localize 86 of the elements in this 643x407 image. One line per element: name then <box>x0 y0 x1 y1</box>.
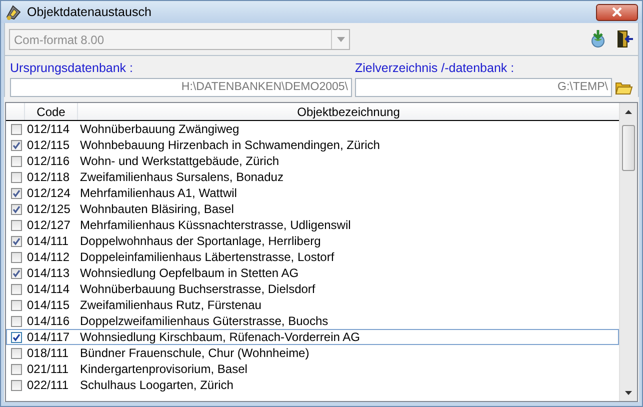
checkbox[interactable] <box>11 300 22 310</box>
table-row[interactable]: 012/125 Wohnbauten Bläsiring, Basel <box>6 201 619 217</box>
scroll-down-icon[interactable] <box>625 390 632 394</box>
table-row[interactable]: 012/115 Wohnbebauung Hirzenbach in Schwamendingen, Zürich <box>6 137 619 153</box>
table-cell-text: 014/111 <box>27 234 70 248</box>
checkbox[interactable] <box>11 140 22 150</box>
table-cell: Kindergartenprovisorium, Basel <box>80 362 248 376</box>
table-cell-text: 018/111 <box>27 346 70 360</box>
table-cell-text: 022/111 <box>27 378 70 392</box>
table-cell: Mehrfamilienhaus A1, Wattwil <box>80 186 237 200</box>
input-field[interactable]: H:\DATENBANKEN\DEMO2005\ <box>10 78 352 97</box>
table-row[interactable]: 014/117 Wohnsiedlung Kirschbaum, Rüfenach-Vorderrein AG <box>6 329 619 345</box>
window-title: Objektdatenaustausch <box>27 5 152 19</box>
table-cell: Zweifamilienhaus Rutz, Fürstenau <box>80 298 262 312</box>
table-cell: Zweifamilienhaus Sursalens, Bonaduz <box>80 170 284 184</box>
table-row[interactable]: 012/118 Zweifamilienhaus Sursalens, Bonaduz <box>6 169 619 185</box>
checkbox[interactable] <box>11 380 22 390</box>
table-row[interactable]: 014/112 Doppeleinfamilienhaus Läbertenstrasse, Lostorf <box>6 249 619 265</box>
table-cell-text: 012/125 <box>27 202 72 216</box>
table-cell-text: 012/127 <box>27 218 72 232</box>
scroll-thumb[interactable] <box>622 125 635 171</box>
table-cell: Wohnüberbauung Buchserstrasse, Dielsdorf <box>80 282 316 296</box>
table-row[interactable]: 014/115 Zweifamilienhaus Rutz, Fürstenau <box>6 297 619 313</box>
field-label: Ursprungsdatenbank : <box>10 61 134 75</box>
table-row[interactable]: 014/116 Doppelzweifamilienhaus Güterstrasse, Buochs <box>6 313 619 329</box>
close-icon <box>611 7 623 17</box>
checkbox[interactable] <box>11 156 22 166</box>
table-cell-text: 012/124 <box>27 186 72 200</box>
table-row[interactable]: 014/113 Wohnsiedlung Oepfelbaum in Stetten AG <box>6 265 619 281</box>
table-cell: Wohnsiedlung Oepfelbaum in Stetten AG <box>80 266 299 280</box>
table-cell-text: 014/116 <box>27 314 70 328</box>
table-cell: Doppelzweifamilienhaus Güterstrasse, Buochs <box>80 314 328 328</box>
table-row[interactable]: 014/114 Wohnüberbauung Buchserstrasse, Dielsdorf <box>6 281 619 297</box>
table-row[interactable]: 012/114 Wohnüberbauung Zwängiweg <box>6 121 619 137</box>
globe-arrow-icon[interactable] <box>590 30 606 48</box>
table-cell: Wohnbebauung Hirzenbach in Schwamendingen, Zürich <box>80 138 380 152</box>
table-cell-text: 012/114 <box>27 122 70 136</box>
field-label: Zielverzeichnis /-datenbank : <box>355 61 516 75</box>
checkbox[interactable] <box>11 204 22 214</box>
close-button[interactable] <box>596 4 638 20</box>
exit-door-icon[interactable] <box>616 30 634 48</box>
input-field[interactable]: G:\TEMP\ <box>355 78 612 97</box>
checkbox[interactable] <box>11 332 22 342</box>
column-header[interactable]: Objektbezeichnung <box>78 103 619 120</box>
checkbox[interactable] <box>11 252 22 262</box>
scrollbar[interactable] <box>619 103 637 401</box>
table-cell: Wohnüberbauung Zwängiweg <box>80 122 240 136</box>
table-cell-text: 014/117 <box>27 330 70 344</box>
table-row[interactable]: 014/111 Doppelwohnhaus der Sportanlage, Herrliberg <box>6 233 619 249</box>
table-cell: Mehrfamilienhaus Küssnachterstrasse, Udligenswil <box>80 218 351 232</box>
checkbox[interactable] <box>11 124 22 134</box>
table-cell: Doppelwohnhaus der Sportanlage, Herrliberg <box>80 234 321 248</box>
scroll-up-icon[interactable] <box>625 110 632 114</box>
table-cell: Wohn- und Werkstattgebäude, Zürich <box>80 154 279 168</box>
table-cell-text: 012/116 <box>27 154 70 168</box>
table-row[interactable]: 012/116 Wohn- und Werkstattgebäude, Zürich <box>6 153 619 169</box>
checkbox[interactable] <box>11 220 22 230</box>
table-cell-text: 012/118 <box>27 170 70 184</box>
table-row[interactable]: 018/111 Bündner Frauenschule, Chur (Wohnheime) <box>6 345 619 361</box>
table-cell-text: 012/115 <box>27 138 70 152</box>
table-row[interactable]: 012/124 Mehrfamilienhaus A1, Wattwil <box>6 185 619 201</box>
table-cell: Bündner Frauenschule, Chur (Wohnheime) <box>80 346 310 360</box>
folder-icon[interactable] <box>615 80 633 95</box>
checkbox[interactable] <box>11 268 22 278</box>
checkbox[interactable] <box>11 284 22 294</box>
table-row[interactable]: 012/127 Mehrfamilienhaus Küssnachterstrasse, Udligenswil <box>6 217 619 233</box>
checkbox[interactable] <box>11 188 22 198</box>
table-cell: Schulhaus Loogarten, Zürich <box>80 378 234 392</box>
table-row[interactable]: 021/111 Kindergartenprovisorium, Basel <box>6 361 619 377</box>
table-cell-text: 014/113 <box>27 266 70 280</box>
checkbox[interactable] <box>11 364 22 374</box>
checkbox[interactable] <box>11 316 22 326</box>
caret-icon <box>336 36 344 42</box>
table-cell-text: 014/112 <box>27 250 70 264</box>
table-cell-text: 014/114 <box>27 282 70 296</box>
table-row[interactable]: 022/111 Schulhaus Loogarten, Zürich <box>6 377 619 393</box>
table-cell-text: 014/115 <box>27 298 70 312</box>
app-icon <box>5 4 22 20</box>
table-cell: Wohnsiedlung Kirschbaum, Rüfenach-Vorderrein AG <box>80 330 360 344</box>
checkbox[interactable] <box>11 236 22 246</box>
table-cell: Wohnbauten Bläsiring, Basel <box>80 202 234 216</box>
checkbox[interactable] <box>11 172 22 182</box>
table-cell-text: 021/111 <box>27 362 70 376</box>
checkbox[interactable] <box>11 348 22 358</box>
table-cell: Doppeleinfamilienhaus Läbertenstrasse, Lostorf <box>80 250 334 264</box>
column-header[interactable]: Code <box>25 103 78 120</box>
